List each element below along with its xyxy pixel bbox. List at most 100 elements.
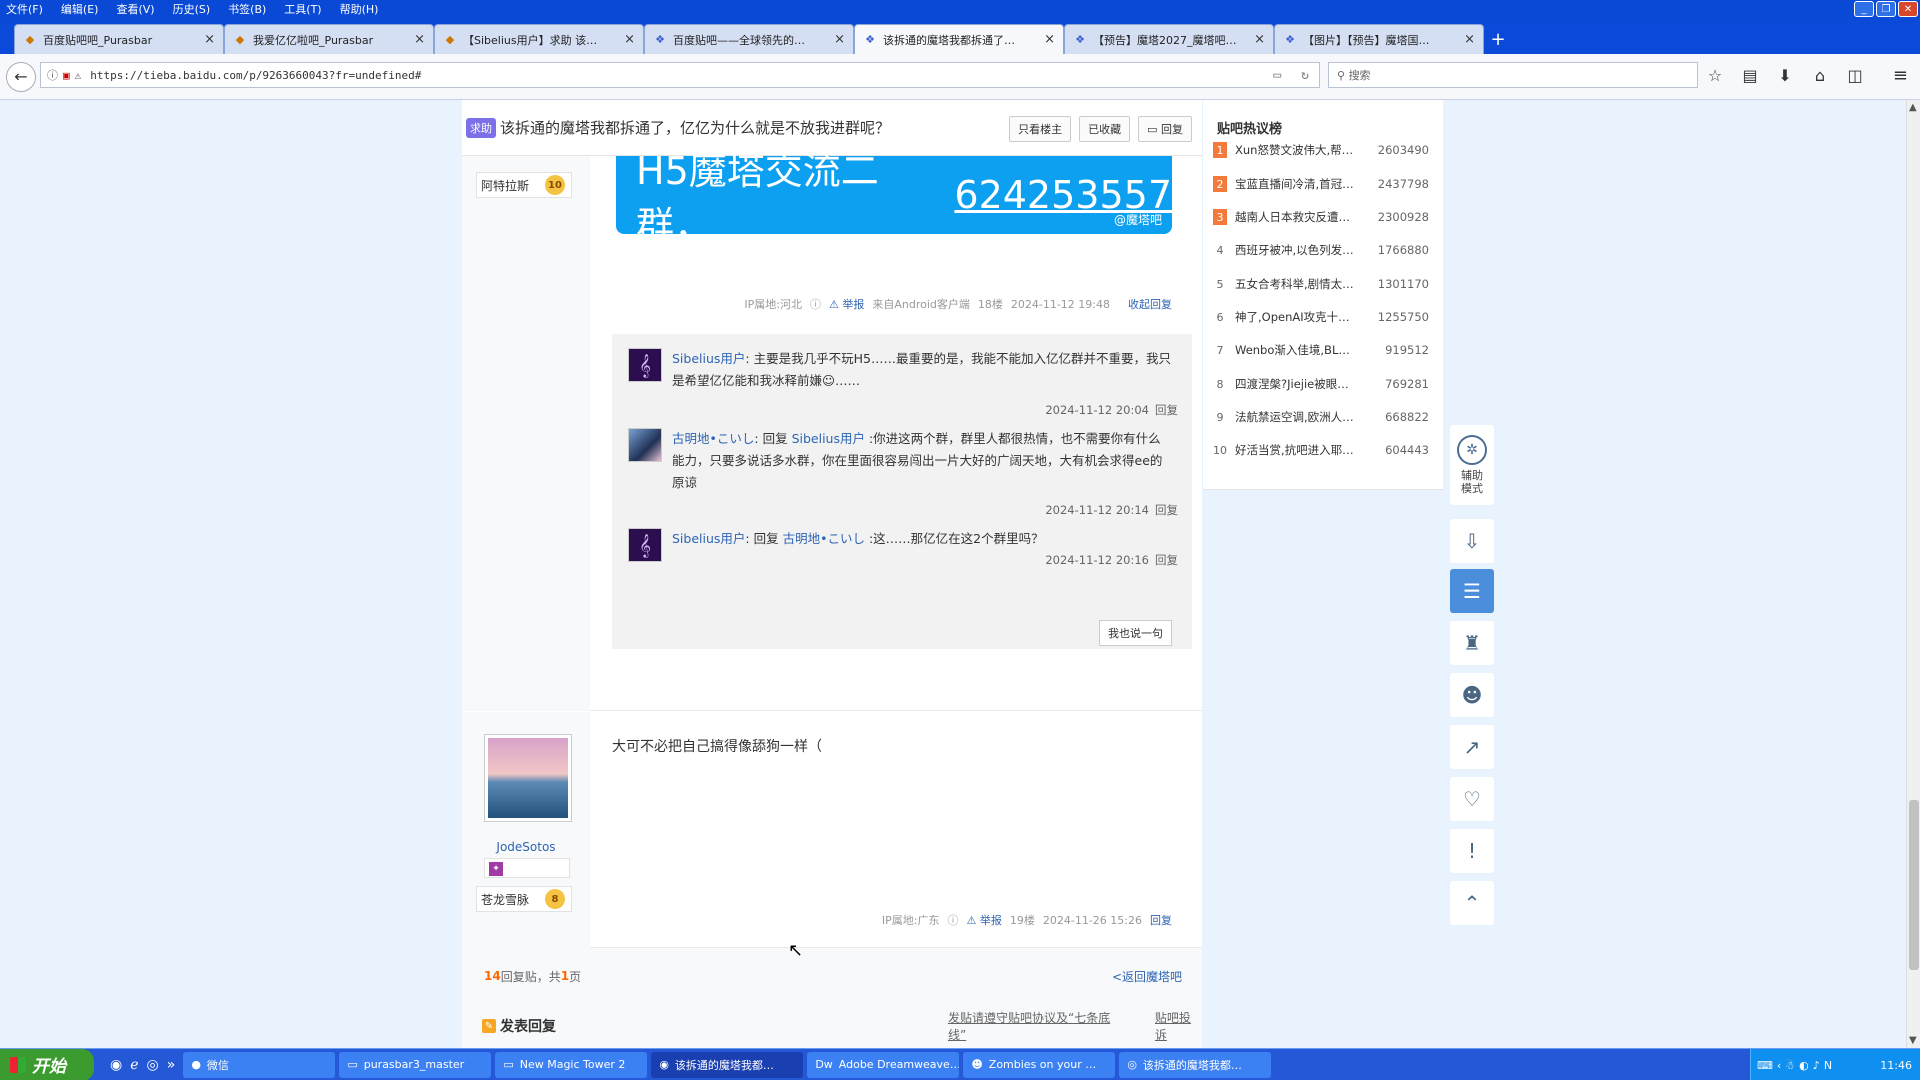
quicklaunch-more-icon[interactable]: » [167,1057,176,1073]
magic-button[interactable]: ♜ [1450,621,1494,665]
downloads-icon[interactable]: ⬇ [1775,66,1795,85]
browser-tab[interactable]: ❖ 【图片】【预告】魔塔国… × [1274,24,1484,54]
onenote-icon[interactable]: N [1824,1059,1832,1072]
back-to-forum-link[interactable]: <返回魔塔吧 [1112,968,1182,985]
menu-history[interactable]: 历史(S) [173,1,211,17]
tab-close-icon[interactable]: × [414,32,425,47]
quicklaunch-ie-icon[interactable]: ℯ [130,1057,138,1073]
reply-link[interactable]: 回复 [1155,503,1178,517]
qq-icon[interactable]: ☃ [1785,1059,1795,1072]
home-icon[interactable]: ⌂ [1810,66,1830,85]
reply-link[interactable]: 回复 [1155,403,1178,417]
reply-link[interactable]: 回复 [1150,912,1172,928]
taskbar-item-dreamweaver[interactable]: Dw Adobe Dreamweave… [807,1051,960,1078]
message-button[interactable]: ☰ [1450,569,1494,613]
taskbar-item-folder[interactable]: ▭ New Magic Tower 2 [495,1051,648,1078]
reader-view-icon[interactable]: ▭ [1273,68,1281,83]
tab-close-icon[interactable]: × [1254,32,1265,47]
share-button[interactable]: ↗ [1450,725,1494,769]
reply-button[interactable]: ▭ 回复 [1138,116,1192,142]
tray-arrow-icon[interactable]: ‹ [1777,1059,1781,1072]
hot-topic-item[interactable]: 8 四渡涅槃?Jiejie被眼… 769281 [1213,374,1430,394]
avatar[interactable] [484,734,572,822]
hot-topic-item[interactable]: 7 Wenbo渐入佳境,BL… 919512 [1213,340,1430,360]
fold-replies-link[interactable]: 收起回复 [1128,296,1172,312]
taskbar-item-firefox[interactable]: ◉ 该拆通的魔塔我都… [651,1051,804,1078]
browser-tab[interactable]: ◆ 【Sibelius用户】求助 该… × [434,24,644,54]
pocket-icon[interactable]: ◫ [1845,66,1865,85]
bookmark-star-icon[interactable]: ☆ [1705,66,1725,85]
report-link[interactable]: ⚠ 举报 [829,296,864,312]
reply-target-username[interactable]: Sibelius用户 [792,431,865,446]
taskbar-item-chrome[interactable]: ◎ 该拆通的魔塔我都… [1119,1051,1272,1078]
browser-tab[interactable]: ❖ 百度贴吧——全球领先的… × [644,24,854,54]
volume-icon[interactable]: ♪ [1813,1059,1820,1072]
taskbar-item-zombies[interactable]: ☻ Zombies on your … [963,1051,1116,1078]
back-button[interactable]: ← [6,61,36,92]
minimize-button[interactable]: _ [1854,1,1874,17]
menu-help[interactable]: 帮助(H) [340,1,379,17]
favorite-button[interactable]: 已收藏 [1079,116,1131,142]
reply-username[interactable]: Sibelius用户 [672,351,745,366]
blocked-content-icon[interactable]: ▣ [63,69,70,82]
menu-file[interactable]: 文件(F) [6,1,43,17]
feedback-button[interactable]: ! [1450,829,1494,873]
like-button[interactable]: ♡ [1450,777,1494,821]
only-op-button[interactable]: 只看楼主 [1009,116,1072,142]
keyboard-icon[interactable]: ⌨ [1757,1059,1773,1072]
address-bar[interactable]: ⓘ ▣ ⚠ https://tieba.baidu.com/p/92636600… [40,62,1320,88]
reply-target-username[interactable]: 古明地•こいし [783,531,865,546]
info-icon[interactable]: ⓘ [47,67,58,83]
url-text[interactable]: https://tieba.baidu.com/p/9263660043?fr=… [90,69,421,82]
hot-topic-item[interactable]: 3 越南人日本救灾反遭… 2300928 [1213,207,1429,227]
page-scrollbar[interactable]: ▲ ▼ [1906,100,1920,1048]
back-to-top-button[interactable]: ⌃ [1450,881,1494,925]
taskbar-item-wechat[interactable]: ● 微信 [183,1051,336,1078]
scroll-up-icon[interactable]: ▲ [1909,102,1917,113]
say-something-button[interactable]: 我也说一句 [1099,620,1172,646]
mascot-button[interactable]: ☻ [1450,673,1494,717]
menu-edit[interactable]: 编辑(E) [61,1,99,17]
new-tab-button[interactable]: + [1484,24,1512,54]
reload-icon[interactable]: ↻ [1301,68,1309,83]
author-username[interactable]: JodeSotos [462,840,590,854]
tab-close-icon[interactable]: × [624,32,635,47]
start-button[interactable]: 开始 [0,1048,94,1080]
avatar[interactable]: 𝄞 [628,348,662,382]
search-input[interactable]: ⚲ 搜索 [1328,62,1698,88]
quicklaunch-browser-icon[interactable]: ◉ [110,1057,122,1073]
hot-topic-item[interactable]: 10 好活当赏,抗吧进入耶… 604443 [1213,440,1429,460]
hot-topic-item[interactable]: 9 法航禁运空调,欧洲人… 668822 [1213,407,1430,427]
browser-tab[interactable]: ◆ 百度贴吧吧_Purasbar × [14,24,224,54]
tab-close-icon[interactable]: × [834,32,845,47]
assist-mode-button[interactable]: ✲ 辅助 模式 [1450,425,1494,505]
scroll-down-icon[interactable]: ▼ [1909,1035,1917,1046]
browser-tab-active[interactable]: ❖ 该拆通的魔塔我都拆通了… × [854,24,1064,54]
hot-topic-item[interactable]: 1 Xun怒赞文波伟大,帮… 2603490 [1213,140,1429,160]
quicklaunch-app-icon[interactable]: ◎ [147,1057,159,1073]
network-icon[interactable]: ◐ [1799,1059,1809,1072]
download-app-button[interactable]: ⇩ [1450,519,1494,563]
avatar[interactable] [628,428,662,462]
reply-username[interactable]: Sibelius用户 [672,531,745,546]
bookmarks-list-icon[interactable]: ▤ [1740,66,1760,85]
tab-close-icon[interactable]: × [204,32,215,47]
agreement-link[interactable]: 发贴请遵守贴吧协议及“七条底线” [948,1009,1125,1043]
reply-link[interactable]: 回复 [1155,553,1178,567]
tab-close-icon[interactable]: × [1044,32,1055,47]
menu-tools[interactable]: 工具(T) [284,1,321,17]
hot-topic-item[interactable]: 6 神了,OpenAI攻克十… 1255750 [1213,307,1430,327]
maximize-button[interactable]: ❐ [1876,1,1896,17]
avatar[interactable]: 𝄞 [628,528,662,562]
taskbar-item-folder[interactable]: ▭ purasbar3_master [339,1051,492,1078]
browser-tab[interactable]: ◆ 我爱亿亿啦吧_Purasbar × [224,24,434,54]
close-window-button[interactable]: ✕ [1898,1,1918,17]
browser-tab[interactable]: ❖ 【预告】魔塔2027_魔塔吧… × [1064,24,1274,54]
warning-icon[interactable]: ⚠ [75,69,82,82]
tab-close-icon[interactable]: × [1464,32,1475,47]
complain-link[interactable]: 贴吧投诉 [1155,1009,1202,1043]
reply-username[interactable]: 古明地•こいし [672,431,754,446]
hamburger-menu-icon[interactable]: ≡ [1893,65,1908,86]
menu-view[interactable]: 查看(V) [116,1,154,17]
hot-topic-item[interactable]: 2 宝蓝直播间冷清,首冠… 2437798 [1213,174,1429,194]
